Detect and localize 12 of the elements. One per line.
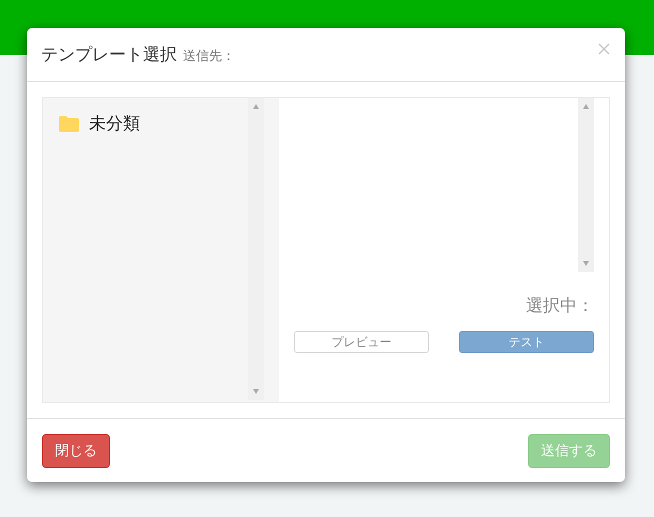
- folder-icon: [59, 116, 79, 132]
- close-button[interactable]: 閉じる: [42, 434, 110, 468]
- scrollbar[interactable]: [248, 98, 264, 400]
- test-button[interactable]: テスト: [459, 331, 594, 354]
- scrollbar[interactable]: [578, 98, 594, 272]
- recipient-label: 送信先：: [183, 48, 235, 66]
- preview-button[interactable]: プレビュー: [294, 331, 429, 354]
- close-icon[interactable]: [597, 42, 611, 56]
- dialog-title: テンプレート選択: [41, 44, 177, 66]
- selection-label: 選択中：: [525, 295, 594, 318]
- folder-name: 未分類: [89, 113, 140, 136]
- folder-item[interactable]: 未分類: [57, 110, 234, 138]
